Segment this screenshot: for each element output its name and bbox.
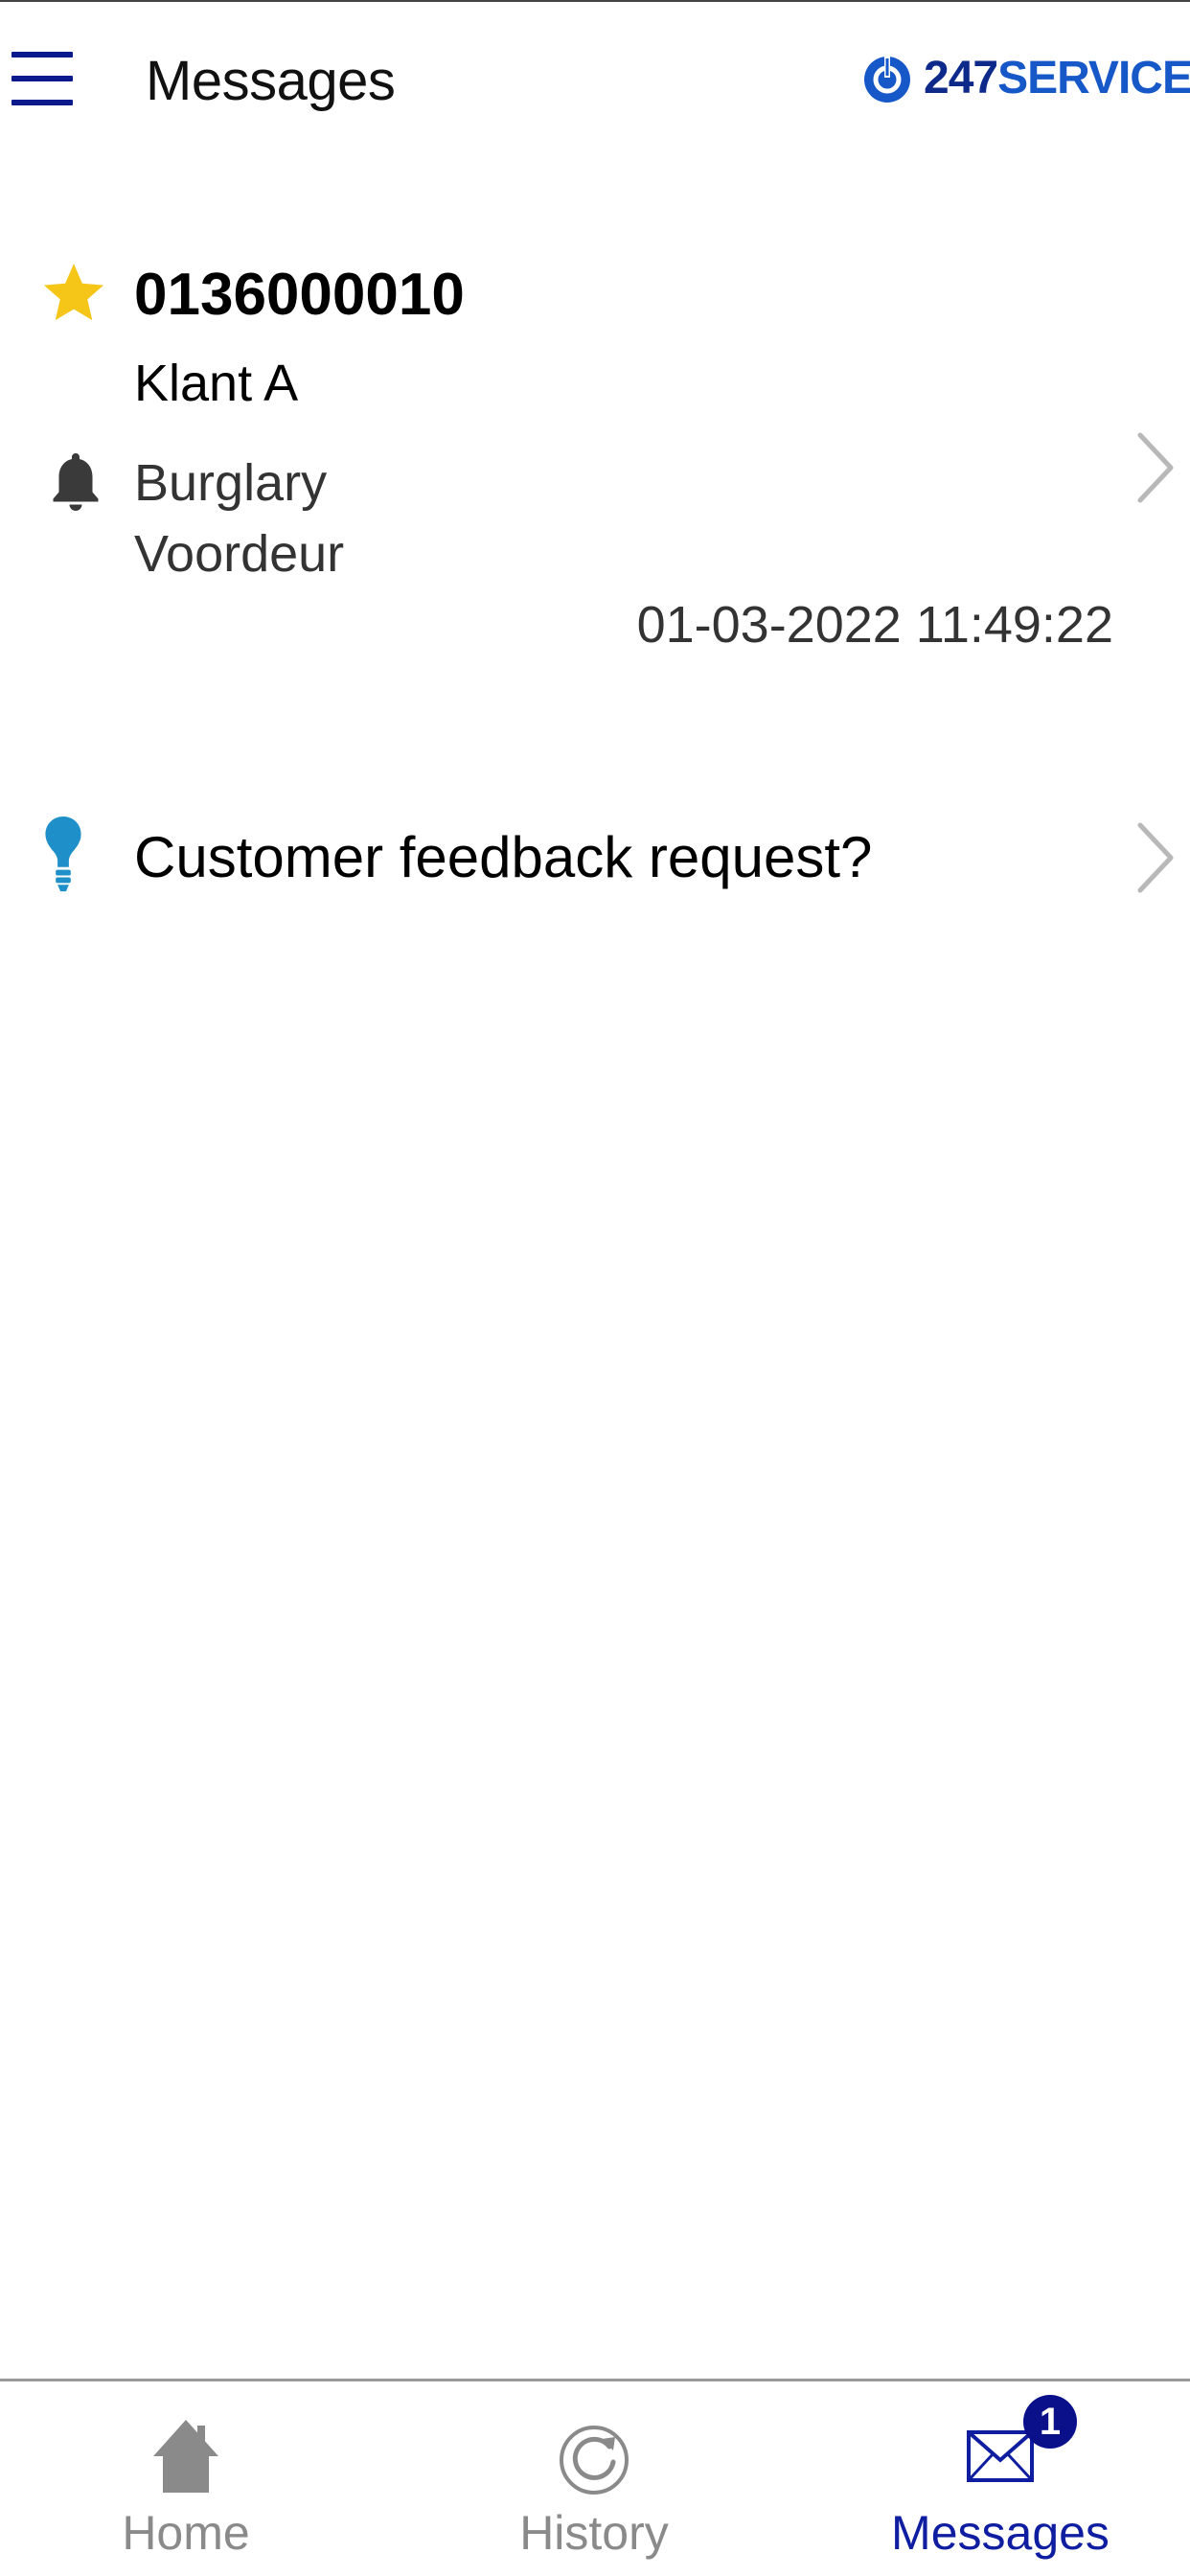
customer-name: Klant A <box>134 355 299 412</box>
chevron-right-icon <box>1137 822 1174 893</box>
chevron-right-icon <box>1137 432 1174 503</box>
bell-icon <box>53 453 99 511</box>
envelope-icon <box>967 2430 1034 2482</box>
brand-power-icon <box>864 57 910 103</box>
brand-wordmark: 247SERVICES <box>924 52 1190 104</box>
alarm-message-item[interactable]: 0136000010 Klant A Burglary Voordeur 01-… <box>0 240 1190 700</box>
unread-badge: 1 <box>1023 2395 1077 2449</box>
tab-history-label: History <box>519 2506 669 2560</box>
tab-messages[interactable]: 1 Messages <box>809 2381 1190 2576</box>
feedback-label: Customer feedback request? <box>134 825 873 889</box>
page-title: Messages <box>146 50 396 112</box>
alarm-type: Burglary <box>134 454 328 512</box>
star-icon <box>43 264 104 321</box>
bottom-tab-bar: Home History 1 Messages <box>0 2379 1190 2576</box>
tab-home-label: Home <box>122 2506 250 2560</box>
tab-messages-label: Messages <box>891 2506 1110 2560</box>
hamburger-menu-icon[interactable] <box>11 52 73 105</box>
alarm-number: 0136000010 <box>134 262 465 328</box>
tab-history[interactable]: History <box>402 2381 786 2576</box>
brand-name: SERVICES <box>997 52 1190 104</box>
message-timestamp: 01-03-2022 11:49:22 <box>636 596 1113 654</box>
history-icon <box>560 2426 629 2495</box>
brand-logo: 247SERVICES <box>862 44 1190 111</box>
lightbulb-icon <box>45 816 81 892</box>
home-icon <box>153 2420 218 2493</box>
customer-feedback-item[interactable]: Customer feedback request? <box>0 805 1190 910</box>
brand-number: 247 <box>924 52 998 104</box>
alarm-zone: Voordeur <box>134 525 345 583</box>
tab-home[interactable]: Home <box>0 2381 378 2576</box>
app-header: Messages 247SERVICES <box>0 2 1190 155</box>
